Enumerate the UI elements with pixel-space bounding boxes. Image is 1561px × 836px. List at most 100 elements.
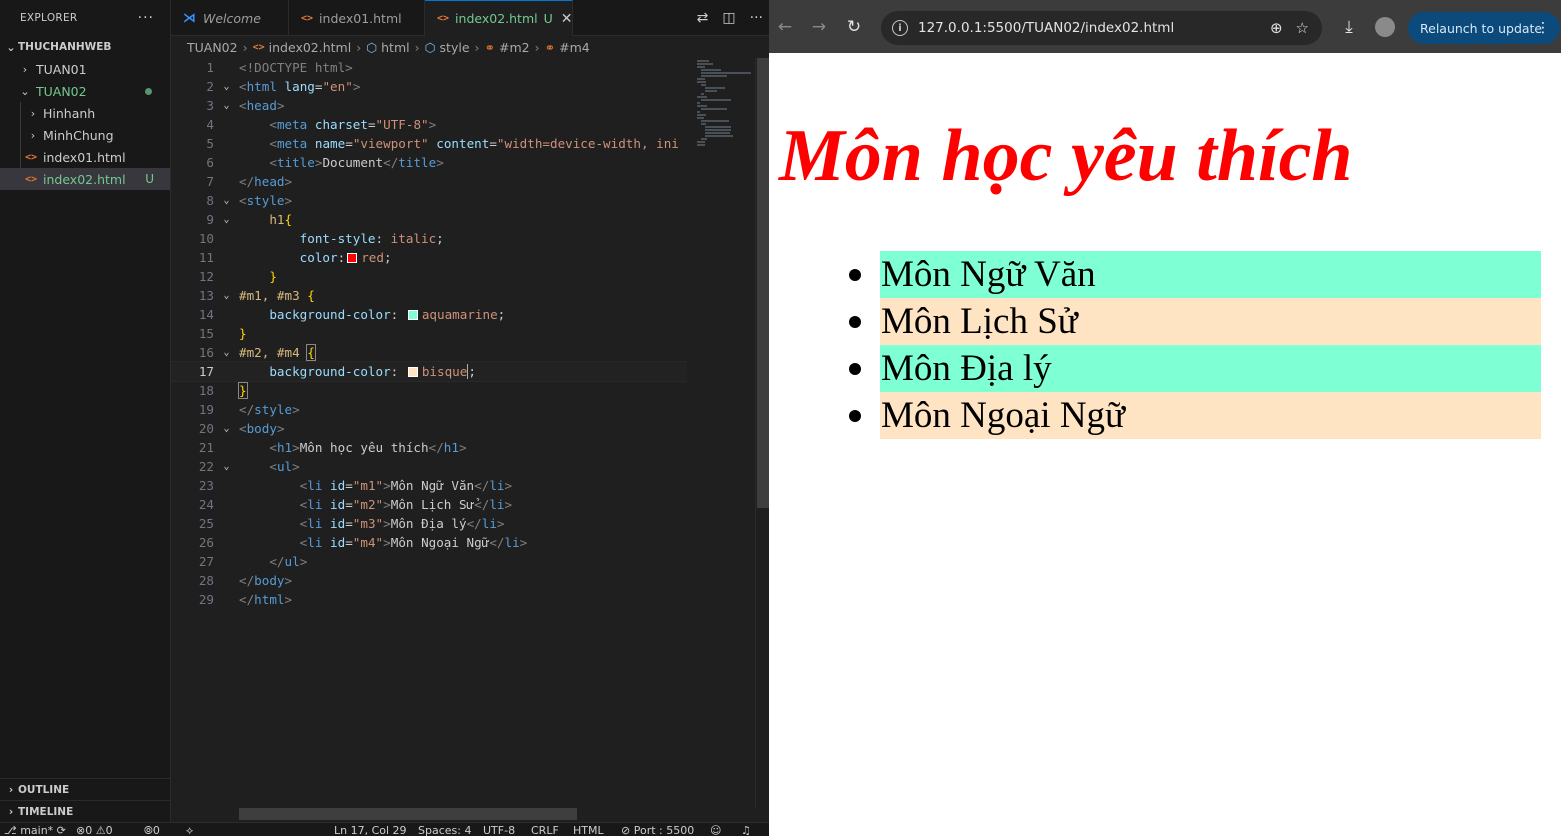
modified-dot-icon xyxy=(145,87,152,95)
color-swatch-red[interactable] xyxy=(347,253,358,263)
line-number: 22 xyxy=(198,459,214,474)
folder-minhchung[interactable]: › MinhChung xyxy=(0,124,170,146)
fold-chevron-icon[interactable]: ⌄ xyxy=(214,290,239,301)
language-mode[interactable]: HTML xyxy=(573,823,604,836)
code-line: 13 ⌄ #m1, #m3 { xyxy=(171,286,687,305)
live-server-status[interactable]: ⊘ Port : 5500 xyxy=(621,823,694,836)
fold-chevron-icon[interactable]: ⌄ xyxy=(214,423,239,434)
untracked-badge: U xyxy=(145,172,154,186)
color-swatch-aquamarine[interactable] xyxy=(407,310,418,320)
folder-hinhanh[interactable]: › Hinhanh xyxy=(0,102,170,124)
breadcrumb-m2[interactable]: #m2 xyxy=(499,40,530,55)
browser-toolbar: ← → ↻ i 127.0.0.1:5500/TUAN02/index02.ht… xyxy=(769,0,1561,53)
line-number: 18 xyxy=(198,383,214,398)
tab-index01[interactable]: <> index01.html xyxy=(289,0,425,36)
download-icon[interactable]: ⤓ xyxy=(1334,0,1364,53)
encoding-status[interactable]: UTF-8 xyxy=(483,823,515,836)
breadcrumb-folder[interactable]: TUAN02 xyxy=(187,40,238,55)
code-line: 16 ⌄ #m2, #m4 { xyxy=(171,343,687,362)
line-number: 9 xyxy=(206,212,214,227)
line-number: 13 xyxy=(198,288,214,303)
code-editor[interactable]: 1 <!DOCTYPE html> 2 ⌄ <html lang="en"> 3 ⌄ <h… xyxy=(171,58,687,808)
horizontal-scrollbar-thumb[interactable] xyxy=(239,808,577,820)
file-index01[interactable]: <> index01.html xyxy=(0,146,170,168)
explorer-more-icon[interactable]: ··· xyxy=(138,10,154,26)
outline-section[interactable]: › OUTLINE xyxy=(0,778,170,800)
breadcrumb-style[interactable]: style xyxy=(440,40,470,55)
tab-index02[interactable]: <> index02.html U ✕ xyxy=(425,0,573,36)
code-line: 3 ⌄ <head> xyxy=(171,96,687,115)
line-number: 1 xyxy=(206,60,214,75)
cursor-position[interactable]: Ln 17, Col 29 xyxy=(334,823,407,836)
kebab-menu-icon[interactable]: ⋮ xyxy=(1536,20,1550,36)
warning-icon: ⚠ xyxy=(95,824,106,836)
zoom-icon[interactable]: ⊕ xyxy=(1270,19,1283,37)
address-bar[interactable]: i 127.0.0.1:5500/TUAN02/index02.html ⊕ ☆ xyxy=(881,11,1322,45)
url-text[interactable]: 127.0.0.1:5500/TUAN02/index02.html xyxy=(918,20,1270,36)
workspace-root[interactable]: ⌄ THUCHANHWEB xyxy=(0,36,170,58)
scrollbar-thumb[interactable] xyxy=(757,58,769,508)
line-number: 15 xyxy=(198,326,214,341)
fold-chevron-icon[interactable]: ⌄ xyxy=(214,81,239,92)
code-token: Môn Lịch Sử xyxy=(390,497,475,512)
reload-icon[interactable]: ↻ xyxy=(839,0,869,53)
indentation-status[interactable]: Spaces: 4 xyxy=(418,823,471,836)
relaunch-label: Relaunch to update xyxy=(1420,20,1543,36)
minimap[interactable] xyxy=(687,58,757,808)
relaunch-button[interactable]: Relaunch to update ⋮ xyxy=(1408,12,1560,44)
code-token: color xyxy=(299,250,338,265)
branch-status[interactable]: ⎇ main* ⟳ xyxy=(4,823,66,836)
folder-tuan02[interactable]: ⌄ TUAN02 xyxy=(0,80,170,102)
code-line: 7 </head> xyxy=(171,172,687,191)
close-icon[interactable]: ✕ xyxy=(561,11,573,27)
code-token: Môn Ngoại Ngữ xyxy=(390,535,490,550)
fold-chevron-icon[interactable]: ⌄ xyxy=(214,347,239,358)
line-number: 3 xyxy=(206,98,214,113)
more-actions-icon[interactable]: ··· xyxy=(750,10,763,26)
problems-status[interactable]: ⊗0 ⚠0 xyxy=(76,823,113,836)
tab-welcome[interactable]: ⋊ Welcome xyxy=(171,0,289,36)
code-token: "viewport" xyxy=(352,136,429,151)
forward-arrow-icon[interactable]: → xyxy=(804,0,834,53)
bookmark-star-icon[interactable]: ☆ xyxy=(1296,19,1309,37)
vscode-logo-icon: ⋊ xyxy=(183,10,196,26)
chevron-right-icon: › xyxy=(30,106,36,120)
code-line: 4 <meta charset="UTF-8"> xyxy=(171,115,687,134)
branch-label: main* xyxy=(20,824,54,836)
profile-avatar[interactable] xyxy=(1375,17,1395,37)
eol-status[interactable]: CRLF xyxy=(531,823,559,836)
warning-count: 0 xyxy=(105,824,113,836)
code-line: 8 ⌄ <style> xyxy=(171,191,687,210)
fold-chevron-icon[interactable]: ⌄ xyxy=(214,100,239,111)
code-token: "m2" xyxy=(352,497,384,512)
copilot-icon[interactable]: ☺ xyxy=(710,823,721,836)
list-item: Môn Ngữ Văn xyxy=(849,251,1541,298)
folder-tuan01[interactable]: › TUAN01 xyxy=(0,58,170,80)
code-token: aquamarine xyxy=(421,307,498,322)
fold-chevron-icon[interactable]: ⌄ xyxy=(214,195,239,206)
site-info-icon[interactable]: i xyxy=(892,20,908,36)
compare-changes-icon[interactable]: ⇄ xyxy=(697,10,709,26)
color-swatch-bisque[interactable] xyxy=(407,367,418,377)
breadcrumb-m4[interactable]: #m4 xyxy=(559,40,590,55)
breadcrumb-html[interactable]: html xyxy=(381,40,409,55)
live-share-icon[interactable]: ⟡ xyxy=(186,823,193,836)
fold-chevron-icon[interactable]: ⌄ xyxy=(214,214,239,225)
fold-chevron-icon[interactable]: ⌄ xyxy=(214,461,239,472)
ports-status[interactable]: ⦾0 xyxy=(144,823,160,836)
split-editor-icon[interactable]: ◫ xyxy=(722,10,735,26)
code-line-current: 17 background-color: bisque; xyxy=(171,361,687,382)
css-selector-icon: ⚭ xyxy=(484,39,495,55)
line-number: 20 xyxy=(198,421,214,436)
code-line: 18} xyxy=(171,381,687,400)
chevron-down-icon: ⌄ xyxy=(6,40,16,54)
breadcrumb-file[interactable]: index02.html xyxy=(269,40,352,55)
code-line: 15} xyxy=(171,324,687,343)
back-arrow-icon[interactable]: ← xyxy=(770,0,800,53)
notifications-bell-icon[interactable]: ♫ xyxy=(741,823,751,836)
code-token: background-color xyxy=(269,307,391,322)
html-file-icon: <> xyxy=(252,41,265,53)
vertical-scrollbar[interactable] xyxy=(755,58,769,808)
timeline-section[interactable]: › TIMELINE xyxy=(0,800,170,822)
file-index02[interactable]: <> index02.html U xyxy=(0,168,170,190)
